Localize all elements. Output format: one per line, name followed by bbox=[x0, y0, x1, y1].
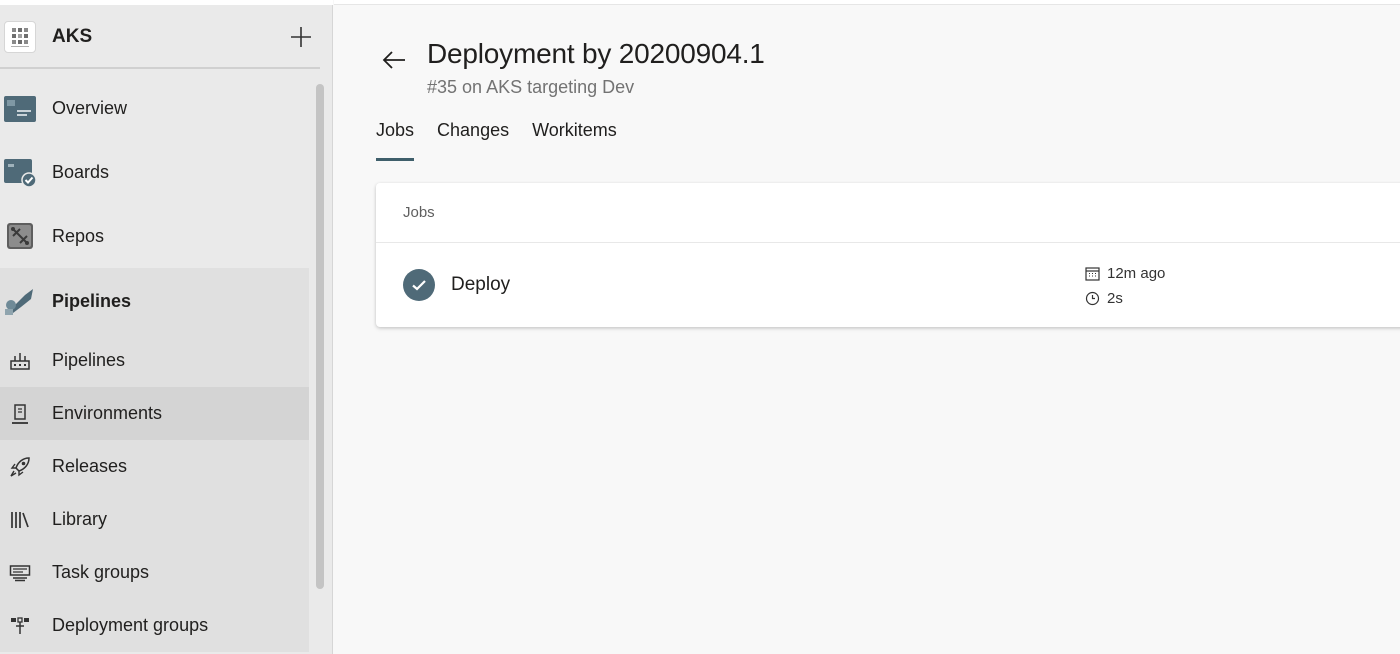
sidebar-item-task-groups[interactable]: Task groups bbox=[0, 546, 309, 599]
pipelines-icon bbox=[2, 283, 38, 319]
sidebar-item-environments[interactable]: Environments bbox=[0, 387, 309, 440]
main-top-strip bbox=[334, 0, 1400, 5]
sidebar-scrollbar[interactable] bbox=[316, 84, 324, 589]
job-time-ago: 12m ago bbox=[1084, 261, 1165, 286]
job-time-ago-text: 12m ago bbox=[1107, 265, 1166, 282]
job-name: Deploy bbox=[451, 274, 511, 295]
sidebar-item-label: Pipelines bbox=[52, 290, 132, 311]
job-meta: 12m ago 2s bbox=[1084, 261, 1165, 311]
project-name: AKS bbox=[52, 25, 93, 47]
tab-bar: Jobs Changes Workitems bbox=[376, 120, 640, 161]
sidebar-item-label: Releases bbox=[52, 456, 128, 476]
sidebar-top-strip bbox=[0, 0, 333, 5]
tab-jobs[interactable]: Jobs bbox=[376, 120, 415, 161]
sidebar-item-label: Deployment groups bbox=[52, 615, 209, 635]
sidebar-item-label: Repos bbox=[52, 225, 105, 246]
deployment-groups-icon bbox=[8, 614, 32, 638]
repos-icon bbox=[2, 218, 38, 254]
sidebar-item-overview[interactable]: Overview bbox=[0, 76, 309, 140]
project-header[interactable]: AKS bbox=[0, 6, 320, 69]
page-title: Deployment by 20200904.1 bbox=[427, 38, 765, 69]
sidebar-item-label: Task groups bbox=[52, 562, 150, 582]
jobs-card: Jobs Deploy 12m ago 2s bbox=[376, 183, 1400, 327]
sidebar-item-deployment-groups[interactable]: Deployment groups bbox=[0, 599, 309, 652]
job-duration-text: 2s bbox=[1107, 290, 1123, 307]
sidebar: AKS Overview Boards Repos Pipelines Pipe… bbox=[0, 0, 333, 654]
rocket-icon bbox=[8, 455, 32, 479]
sidebar-item-repos[interactable]: Repos bbox=[0, 204, 309, 268]
page-subtitle: #35 on AKS targeting Dev bbox=[427, 77, 635, 97]
overview-icon bbox=[2, 90, 38, 126]
sidebar-item-pipelines[interactable]: Pipelines bbox=[0, 334, 309, 387]
sidebar-item-label: Environments bbox=[52, 403, 163, 423]
project-logo bbox=[4, 20, 36, 53]
sidebar-item-label: Boards bbox=[52, 161, 110, 182]
success-check-icon bbox=[403, 269, 435, 301]
job-duration: 2s bbox=[1084, 286, 1165, 311]
main-content: Deployment by 20200904.1 #35 on AKS targ… bbox=[334, 0, 1400, 654]
tab-changes[interactable]: Changes bbox=[437, 120, 509, 161]
clock-icon bbox=[1084, 291, 1100, 307]
environments-icon bbox=[8, 402, 32, 426]
sidebar-item-boards[interactable]: Boards bbox=[0, 140, 309, 204]
sidebar-item-label: Pipelines bbox=[52, 350, 126, 370]
back-arrow-icon[interactable] bbox=[378, 44, 410, 76]
sidebar-item-label: Library bbox=[52, 509, 108, 529]
tab-workitems[interactable]: Workitems bbox=[532, 120, 617, 161]
sidebar-item-library[interactable]: Library bbox=[0, 493, 309, 546]
boards-icon bbox=[2, 154, 38, 190]
sidebar-nav: Overview Boards Repos Pipelines Pipeline… bbox=[0, 76, 309, 652]
sidebar-item-label: Overview bbox=[52, 97, 128, 118]
sidebar-item-pipelines-group[interactable]: Pipelines bbox=[0, 268, 309, 334]
jobs-card-header: Jobs bbox=[376, 183, 1400, 243]
pipelines-sub-icon bbox=[8, 349, 32, 373]
task-groups-icon bbox=[8, 561, 32, 585]
add-icon[interactable] bbox=[288, 24, 314, 50]
app-window: AKS Overview Boards Repos Pipelines Pipe… bbox=[0, 0, 1400, 654]
job-row[interactable]: Deploy 12m ago 2s bbox=[376, 243, 1400, 327]
sidebar-item-releases[interactable]: Releases bbox=[0, 440, 309, 493]
library-icon bbox=[8, 508, 32, 532]
calendar-icon bbox=[1084, 266, 1100, 282]
